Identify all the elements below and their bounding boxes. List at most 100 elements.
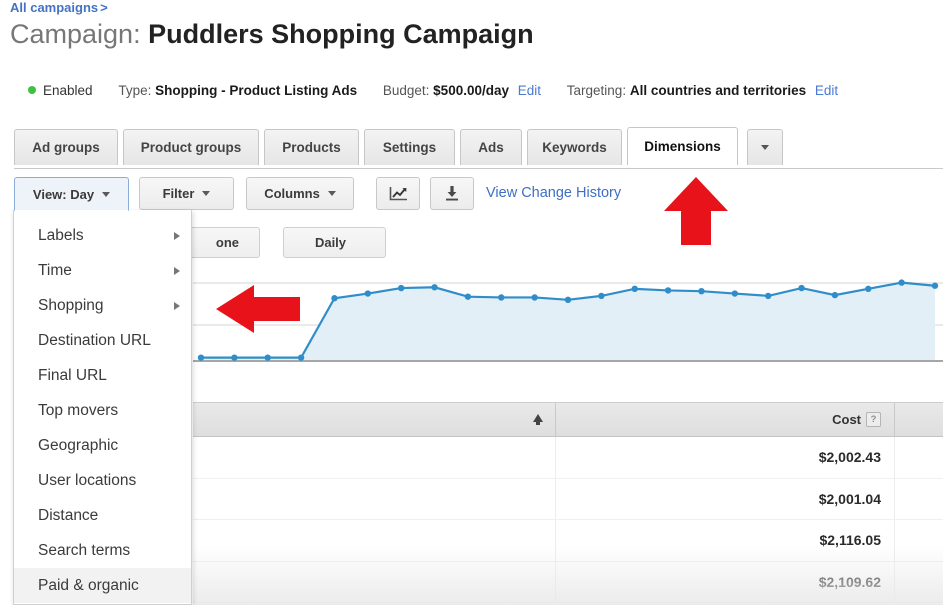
- chart-data-point[interactable]: [564, 296, 572, 303]
- campaign-targeting: Targeting: All countries and territories…: [567, 81, 838, 100]
- chart-data-point[interactable]: [498, 294, 505, 301]
- tab-label: Settings: [382, 140, 437, 155]
- chart-data-point[interactable]: [297, 354, 305, 361]
- breadcrumb-link-all-campaigns[interactable]: All campaigns: [10, 0, 98, 15]
- menu-item-label: Time: [38, 261, 72, 279]
- campaign-type-label: Type:: [118, 83, 152, 98]
- chart-data-point[interactable]: [431, 284, 438, 291]
- chart-data-point[interactable]: [197, 354, 205, 361]
- status-label: Enabled: [43, 83, 93, 98]
- table-row[interactable]: $2,116.05: [193, 520, 943, 562]
- chart-data-point[interactable]: [664, 287, 672, 294]
- period-daily-label: Daily: [314, 235, 347, 250]
- help-icon[interactable]: ?: [866, 412, 881, 427]
- chevron-down-icon: [761, 145, 769, 150]
- table-header-row: Cost ?: [193, 402, 943, 437]
- chevron-down-icon: [102, 191, 111, 197]
- menu-item-paid-and-organic[interactable]: Paid & organic: [14, 568, 191, 603]
- tab-label: Ads: [478, 140, 504, 155]
- tab-settings[interactable]: Settings: [364, 129, 455, 165]
- arrow-left-icon: [216, 285, 300, 333]
- chart-data-point[interactable]: [531, 294, 538, 301]
- columns-button[interactable]: Columns: [246, 177, 354, 210]
- menu-item-label: Labels: [38, 226, 84, 244]
- menu-item-shopping[interactable]: Shopping: [14, 288, 191, 323]
- period-daily-button[interactable]: Daily: [283, 227, 386, 258]
- menu-item-labels[interactable]: Labels: [14, 218, 191, 253]
- menu-item-final-url[interactable]: Final URL: [14, 358, 191, 393]
- chart-canvas: [193, 279, 943, 362]
- page-title: Campaign: Puddlers Shopping Campaign: [10, 17, 534, 51]
- chart-toggle-button[interactable]: [376, 177, 420, 210]
- chart-data-point[interactable]: [264, 354, 271, 361]
- view-day-button[interactable]: View: Day: [14, 177, 129, 211]
- menu-item-distance[interactable]: Distance: [14, 498, 191, 533]
- chart-data-point[interactable]: [931, 282, 939, 289]
- chart-data-point[interactable]: [865, 285, 872, 293]
- chart-data-point[interactable]: [231, 354, 238, 361]
- table-row[interactable]: $2,002.43: [193, 437, 943, 479]
- chevron-right-icon: [174, 301, 180, 310]
- chart-data-point[interactable]: [898, 279, 905, 286]
- menu-item-user-locations[interactable]: User locations: [14, 463, 191, 498]
- table-row[interactable]: $2,109.62: [193, 561, 943, 603]
- chart-data-point[interactable]: [397, 284, 405, 292]
- menu-item-top-movers[interactable]: Top movers: [14, 393, 191, 428]
- budget-edit-link[interactable]: Edit: [518, 83, 541, 98]
- download-button[interactable]: [430, 177, 474, 210]
- tabs-overflow-button[interactable]: [747, 129, 783, 165]
- table-header-cost[interactable]: Cost ?: [555, 403, 895, 436]
- arrow-up-icon: [664, 177, 728, 245]
- table-cell-cost: $2,002.43: [555, 437, 895, 478]
- chart-data-point[interactable]: [698, 288, 705, 295]
- chevron-right-icon: [174, 231, 180, 240]
- chart-data-point[interactable]: [798, 284, 805, 292]
- menu-item-label: Paid & organic: [38, 576, 139, 594]
- chart-data-point[interactable]: [364, 290, 372, 297]
- tab-label: Keywords: [542, 140, 607, 155]
- campaign-budget: Budget: $500.00/day Edit: [383, 81, 541, 100]
- breadcrumb: All campaigns >: [10, 0, 108, 16]
- view-change-history-link[interactable]: View Change History: [486, 185, 621, 201]
- chart-data-point[interactable]: [731, 290, 739, 297]
- dimensions-table: Cost ? $2,002.43 $2,001.04 $2,116.05 $2,…: [193, 402, 943, 605]
- targeting-value: All countries and territories: [629, 83, 807, 98]
- menu-item-destination-url[interactable]: Destination URL: [14, 323, 191, 358]
- chart-data-point[interactable]: [831, 291, 839, 299]
- filter-label: Filter: [162, 186, 195, 201]
- table-row[interactable]: $2,001.04: [193, 478, 943, 520]
- menu-item-time[interactable]: Time: [14, 253, 191, 288]
- table-header-sort-column[interactable]: [193, 403, 556, 436]
- campaign-summary-row: Enabled Type: Shopping - Product Listing…: [28, 81, 860, 100]
- targeting-edit-link[interactable]: Edit: [815, 83, 838, 98]
- table-cell-cost: $2,109.62: [555, 561, 895, 602]
- chart-data-point[interactable]: [764, 292, 772, 300]
- view-day-label: View: Day: [32, 186, 95, 202]
- menu-item-geographic[interactable]: Geographic: [14, 428, 191, 463]
- chart-data-point[interactable]: [598, 292, 605, 300]
- menu-item-search-terms[interactable]: Search terms: [14, 533, 191, 568]
- chart-data-point[interactable]: [631, 285, 638, 293]
- filter-button[interactable]: Filter: [139, 177, 234, 210]
- tab-label: Product groups: [140, 140, 242, 155]
- tab-product-groups[interactable]: Product groups: [123, 129, 259, 165]
- chart-data-point[interactable]: [331, 295, 338, 302]
- table-header-cost-label: Cost: [832, 412, 861, 427]
- menu-item-label: User locations: [38, 471, 137, 489]
- line-chart-icon: [389, 186, 407, 200]
- menu-item-label: Top movers: [38, 401, 119, 419]
- tab-dimensions[interactable]: Dimensions: [627, 127, 738, 165]
- download-icon: [446, 186, 458, 201]
- table-cell-dimension: [193, 520, 556, 561]
- chart-data-point[interactable]: [464, 293, 472, 300]
- campaign-type: Type: Shopping - Product Listing Ads: [118, 81, 357, 100]
- campaign-tabs: Ad groups Product groups Products Settin…: [0, 127, 943, 169]
- status-dot-icon: [28, 86, 36, 94]
- sort-ascending-icon: [533, 414, 543, 425]
- campaign-type-value: Shopping - Product Listing Ads: [155, 83, 358, 98]
- tab-ad-groups[interactable]: Ad groups: [14, 129, 118, 165]
- tab-ads[interactable]: Ads: [460, 129, 522, 165]
- tab-products[interactable]: Products: [264, 129, 359, 165]
- tab-keywords[interactable]: Keywords: [527, 129, 622, 165]
- table-cell-dimension: [193, 561, 556, 602]
